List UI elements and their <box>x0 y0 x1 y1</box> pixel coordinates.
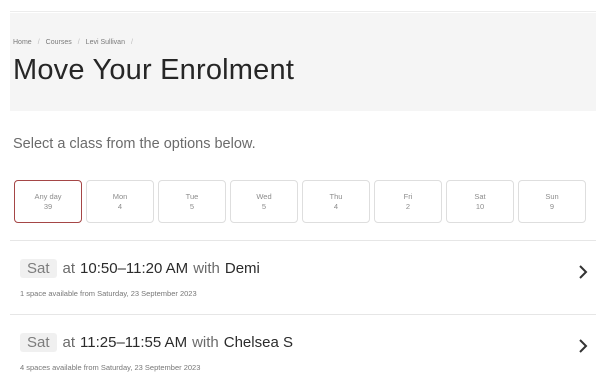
class-at-text: at <box>62 334 76 351</box>
day-filter-count: 4 <box>117 201 123 211</box>
breadcrumb-separator: / <box>37 39 40 46</box>
day-filter-tabs: Any day 39 Mon 4 Tue 5 Wed 5 Thu 4 Fri 2… <box>14 180 586 225</box>
day-filter-count: 5 <box>261 201 267 211</box>
day-filter-count: 5 <box>189 201 195 211</box>
top-divider <box>10 11 596 12</box>
chevron-right-icon[interactable] <box>576 337 590 355</box>
instructions-text: Select a class from the options below. <box>13 136 256 152</box>
day-filter-mon[interactable]: Mon 4 <box>86 180 154 223</box>
page-title: Move Your Enrolment <box>13 54 295 86</box>
day-filter-count: 2 <box>405 201 411 211</box>
day-filter-count: 39 <box>43 201 53 211</box>
page-header: Home / Courses / Levi Sullivan / Move Yo… <box>10 13 596 111</box>
breadcrumb-home[interactable]: Home <box>13 39 32 46</box>
class-day-badge: Sat <box>20 333 57 352</box>
day-filter-label: Mon <box>112 191 128 201</box>
day-filter-label: Thu <box>329 191 343 201</box>
class-at-text: at <box>62 260 76 277</box>
class-with-text: with <box>192 334 219 351</box>
class-availability: 4 spaces available from Saturday, 23 Sep… <box>20 363 201 372</box>
day-filter-sat[interactable]: Sat 10 <box>446 180 514 223</box>
class-with-text: with <box>193 260 220 277</box>
day-filter-label: Wed <box>256 191 272 201</box>
breadcrumb: Home / Courses / Levi Sullivan / <box>13 39 133 46</box>
day-filter-count: 4 <box>333 201 339 211</box>
day-filter-fri[interactable]: Fri 2 <box>374 180 442 223</box>
breadcrumb-student[interactable]: Levi Sullivan <box>86 39 125 46</box>
day-filter-thu[interactable]: Thu 4 <box>302 180 370 223</box>
day-filter-wed[interactable]: Wed 5 <box>230 180 298 223</box>
class-day-badge: Sat <box>20 259 57 278</box>
day-filter-count: 9 <box>549 201 555 211</box>
class-summary: Sat at 10:50–11:20 AM with Demi <box>20 259 260 278</box>
day-filter-sun[interactable]: Sun 9 <box>518 180 586 223</box>
page: Home / Courses / Levi Sullivan / Move Yo… <box>0 0 596 381</box>
class-option-row[interactable]: Sat at 10:50–11:20 AM with Demi 1 space … <box>10 241 596 313</box>
day-filter-any-day[interactable]: Any day 39 <box>14 180 82 223</box>
breadcrumb-courses[interactable]: Courses <box>46 39 72 46</box>
day-filter-label: Fri <box>403 191 413 201</box>
day-filter-label: Sun <box>545 191 559 201</box>
day-filter-label: Any day <box>34 191 62 201</box>
day-filter-label: Tue <box>185 191 199 201</box>
chevron-right-icon[interactable] <box>576 263 590 281</box>
day-filter-count: 10 <box>475 201 485 211</box>
class-instructor: Demi <box>224 260 260 277</box>
breadcrumb-separator: / <box>130 39 133 46</box>
breadcrumb-separator: / <box>77 39 80 46</box>
class-option-row[interactable]: Sat at 11:25–11:55 AM with Chelsea S 4 s… <box>10 315 596 381</box>
day-filter-label: Sat <box>474 191 486 201</box>
day-filter-tue[interactable]: Tue 5 <box>158 180 226 223</box>
class-instructor: Chelsea S <box>223 334 293 351</box>
class-time: 11:25–11:55 AM <box>80 334 188 351</box>
class-availability: 1 space available from Saturday, 23 Sept… <box>20 289 197 298</box>
class-summary: Sat at 11:25–11:55 AM with Chelsea S <box>20 333 293 352</box>
class-time: 10:50–11:20 AM <box>80 260 189 277</box>
